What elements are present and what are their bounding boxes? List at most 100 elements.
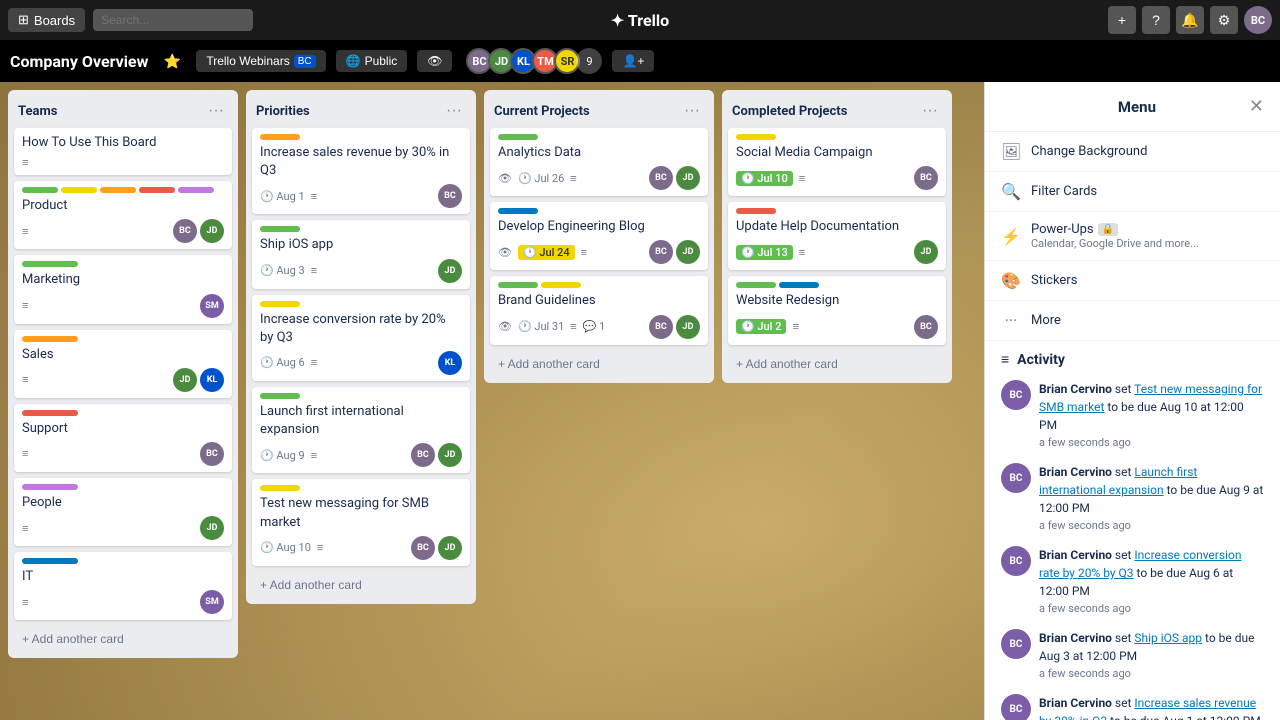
card-labels bbox=[736, 282, 938, 288]
card-footer: 👁 🕐 Jul 26 ≡ BC JD bbox=[498, 166, 700, 190]
card-p3[interactable]: Increase conversion rate by 20% by Q3 🕐 … bbox=[252, 295, 470, 381]
card-footer: ≡ JD KL bbox=[22, 368, 224, 392]
list-priorities: Priorities ··· Increase sales revenue by… bbox=[246, 90, 476, 604]
visibility-button[interactable]: 🌐 Public bbox=[336, 50, 408, 72]
card-meta-item: 👁 bbox=[498, 172, 512, 185]
label bbox=[260, 485, 300, 491]
card-brand[interactable]: Brand Guidelines 👁 🕐 Jul 31 ≡ 💬 1 BC JD bbox=[490, 276, 708, 344]
menu-item-label: Stickers bbox=[1031, 273, 1077, 288]
card-meta: 🕐 Jul 13 ≡ bbox=[736, 245, 805, 260]
card-labels bbox=[22, 187, 224, 193]
card-meta-item: ≡ bbox=[22, 156, 28, 169]
stickers-icon: 🎨 bbox=[1001, 271, 1021, 290]
card-meta: 👁 🕐 Jul 31 ≡ 💬 1 bbox=[498, 320, 605, 333]
member-count[interactable]: 9 bbox=[576, 48, 602, 74]
board-title: Company Overview bbox=[10, 52, 148, 71]
activity-content: Brian Cervino set Increase conversion ra… bbox=[1039, 546, 1264, 600]
list-menu-button[interactable]: ··· bbox=[918, 100, 942, 122]
card-p1[interactable]: Increase sales revenue by 30% in Q3 🕐 Au… bbox=[252, 128, 470, 214]
activity-item: BC Brian Cervino set Increase sales reve… bbox=[1001, 694, 1264, 720]
activity-avatar: BC bbox=[1001, 463, 1031, 493]
card-people[interactable]: People ≡ JD bbox=[14, 478, 232, 546]
card-labels bbox=[498, 282, 700, 288]
menu-item-stickers[interactable]: 🎨 Stickers bbox=[985, 261, 1280, 301]
card-marketing[interactable]: Marketing ≡ SM bbox=[14, 255, 232, 323]
add-card-button[interactable]: + Add another card bbox=[14, 626, 232, 652]
add-card-button[interactable]: + Add another card bbox=[728, 351, 946, 377]
label bbox=[260, 134, 300, 140]
card-meta-item: 🕐 Aug 1 bbox=[260, 190, 305, 203]
menu-item-power-ups[interactable]: ⚡ Power-Ups 🔒 Calendar, Google Drive and… bbox=[985, 212, 1280, 261]
card-p2[interactable]: Ship iOS app 🕐 Aug 3 ≡ JD bbox=[252, 220, 470, 288]
workspace-button[interactable]: Trello Webinars BC bbox=[196, 50, 325, 72]
side-panel-header: Menu ✕ bbox=[985, 82, 1280, 132]
card-footer: 🕐 Aug 1 ≡ BC bbox=[260, 184, 462, 208]
card-avatar: BC bbox=[914, 315, 938, 339]
card-avatars: BC JD bbox=[649, 315, 700, 339]
card-website[interactable]: Website Redesign 🕐 Jul 2 ≡ BC bbox=[728, 276, 946, 344]
powerups-sub: Calendar, Google Drive and more... bbox=[1031, 237, 1199, 250]
close-panel-button[interactable]: ✕ bbox=[1249, 96, 1264, 117]
menu-item-change-bg[interactable]: 🖼 Change Background bbox=[985, 132, 1280, 172]
card-title: Develop Engineering Blog bbox=[498, 218, 700, 236]
card-how-to[interactable]: How To Use This Board ≡ bbox=[14, 128, 232, 175]
watch-button[interactable]: 👁 bbox=[417, 50, 452, 72]
card-meta-item: ≡ bbox=[22, 373, 28, 386]
activity-link[interactable]: Ship iOS app bbox=[1134, 631, 1202, 645]
card-meta-item: ≡ bbox=[317, 541, 323, 554]
list-title: Completed Projects bbox=[732, 104, 847, 119]
settings-button[interactable]: ⚙ bbox=[1210, 6, 1238, 34]
label bbox=[260, 226, 300, 232]
card-meta-item: ≡ bbox=[22, 596, 28, 609]
avatar[interactable]: BC bbox=[1244, 6, 1272, 34]
card-footer: ≡ SM bbox=[22, 590, 224, 614]
add-card-button[interactable]: + Add another card bbox=[490, 351, 708, 377]
add-button[interactable]: + bbox=[1108, 6, 1136, 34]
star-button[interactable]: ⭐ bbox=[158, 47, 186, 75]
nav-right-area: + ? 🔔 ⚙ BC bbox=[1108, 6, 1272, 34]
workspace-badge: BC bbox=[294, 55, 316, 68]
card-product[interactable]: Product ≡ BC JD bbox=[14, 181, 232, 249]
card-help-doc[interactable]: Update Help Documentation 🕐 Jul 13 ≡ JD bbox=[728, 202, 946, 270]
list-menu-button[interactable]: ··· bbox=[204, 100, 228, 122]
list-menu-button[interactable]: ··· bbox=[442, 100, 466, 122]
label bbox=[779, 282, 819, 288]
card-analytics[interactable]: Analytics Data 👁 🕐 Jul 26 ≡ BC JD bbox=[490, 128, 708, 196]
card-eng-blog[interactable]: Develop Engineering Blog 👁 🕐 Jul 24 ≡ BC… bbox=[490, 202, 708, 270]
card-support[interactable]: Support ≡ BC bbox=[14, 404, 232, 472]
label bbox=[22, 484, 78, 490]
card-p4[interactable]: Launch first international expansion 🕐 A… bbox=[252, 387, 470, 473]
card-avatars: BC bbox=[914, 315, 938, 339]
help-button[interactable]: ? bbox=[1142, 6, 1170, 34]
card-avatar: SM bbox=[200, 294, 224, 318]
card-avatar: BC bbox=[411, 536, 435, 560]
list-menu-button[interactable]: ··· bbox=[680, 100, 704, 122]
menu-item-more[interactable]: ··· More bbox=[985, 301, 1280, 341]
card-meta-item: ≡ bbox=[311, 264, 317, 277]
menu-item-filter-cards[interactable]: 🔍 Filter Cards bbox=[985, 172, 1280, 212]
card-footer: 🕐 Jul 10 ≡ BC bbox=[736, 166, 938, 190]
activity-avatar: BC bbox=[1001, 694, 1031, 720]
activity-item: BC Brian Cervino set Launch first intern… bbox=[1001, 463, 1264, 532]
boards-button[interactable]: ⊞ Boards bbox=[8, 8, 85, 32]
card-footer: ≡ BC JD bbox=[22, 219, 224, 243]
top-navigation: ⊞ Boards ✦ Trello + ? 🔔 ⚙ BC bbox=[0, 0, 1280, 40]
label bbox=[100, 187, 136, 193]
card-footer: ≡ bbox=[22, 156, 224, 169]
activity-section: ≡ Activity BC Brian Cervino set Test new… bbox=[985, 341, 1280, 720]
card-social[interactable]: Social Media Campaign 🕐 Jul 10 ≡ BC bbox=[728, 128, 946, 196]
add-card-button[interactable]: + Add another card bbox=[252, 572, 470, 598]
search-input[interactable] bbox=[93, 9, 253, 31]
card-meta-item: ≡ bbox=[22, 299, 28, 312]
add-member-button[interactable]: 👤+ bbox=[612, 50, 654, 72]
card-it[interactable]: IT ≡ SM bbox=[14, 552, 232, 620]
card-avatar: JD bbox=[438, 536, 462, 560]
menu-item-label: Filter Cards bbox=[1031, 184, 1097, 199]
card-labels bbox=[498, 208, 700, 214]
card-sales[interactable]: Sales ≡ JD KL bbox=[14, 330, 232, 398]
notifications-button[interactable]: 🔔 bbox=[1176, 6, 1204, 34]
card-meta: 👁 🕐 Jul 26 ≡ bbox=[498, 172, 577, 185]
visibility-label: Public bbox=[365, 54, 398, 68]
card-p5[interactable]: Test new messaging for SMB market 🕐 Aug … bbox=[252, 479, 470, 565]
card-avatar: JD bbox=[676, 166, 700, 190]
